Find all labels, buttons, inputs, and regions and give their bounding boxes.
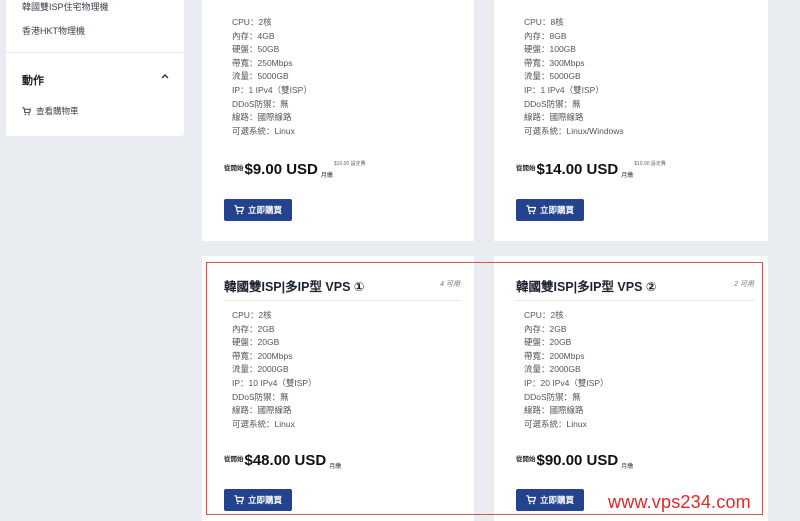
title-divider xyxy=(516,300,754,301)
billing-period: 月繳 xyxy=(621,464,634,470)
product-title: 韓國雙ISP|多IP型 VPS ① xyxy=(224,280,365,294)
price-prefix: 從開始 xyxy=(224,165,244,172)
title-divider xyxy=(224,300,460,301)
spec-route: 線路：國際線路 xyxy=(524,405,584,416)
spec-route: 線路：國際線路 xyxy=(524,112,584,123)
product-card-2: CPU：8核 內存：8GB 硬盤：100GB 帶寬：300Mbps 流量：500… xyxy=(494,0,768,241)
sidebar-panel: 韓國雙ISP住宅物理機 香港HKT物理機 動作 查看購物車 xyxy=(6,0,184,136)
spec-ip: IP：1 IPv4（雙ISP） xyxy=(524,84,604,95)
chevron-up-icon[interactable] xyxy=(160,71,170,81)
spec-bandwidth: 帶寬：200Mbps xyxy=(232,350,293,361)
buy-now-label: 立即購買 xyxy=(247,495,282,505)
product-title: 韓國雙ISP|多IP型 VPS ② xyxy=(516,280,657,294)
spec-disk: 硬盤：50GB xyxy=(232,44,280,55)
spec-traffic: 流量：5000GB xyxy=(524,71,581,82)
spec-list: CPU：2核 內存：2GB 硬盤：20GB 帶寬：200Mbps 流量：2000… xyxy=(524,309,609,431)
setup-fee: $10.00 設定費 xyxy=(333,161,366,167)
spec-bandwidth: 帶寬：250Mbps xyxy=(232,57,293,68)
product-card-4: 韓國雙ISP|多IP型 VPS ② 2 可用 CPU：2核 內存：2GB 硬盤：… xyxy=(494,256,768,521)
spec-ddos: DDoS防禦：無 xyxy=(524,98,581,109)
spec-ip: IP：1 IPv4（雙ISP） xyxy=(232,84,312,95)
spec-os: 可選系統：Linux xyxy=(232,418,295,429)
spec-memory: 內存：8GB xyxy=(524,30,567,41)
view-cart-label: 查看購物車 xyxy=(36,106,79,116)
spec-memory: 內存：4GB xyxy=(232,30,275,41)
spec-cpu: CPU：8核 xyxy=(524,17,564,27)
spec-traffic: 流量：2000GB xyxy=(232,364,289,375)
spec-os: 可選系統：Linux/Windows xyxy=(524,125,624,136)
billing-period: 月繳 xyxy=(329,464,342,470)
buy-now-button[interactable]: 立即購買 xyxy=(224,199,292,221)
cart-icon xyxy=(234,495,244,505)
sidebar-link-hk-hkt[interactable]: 香港HKT物理機 xyxy=(22,24,85,37)
price-row: 從開始 $48.00 USD 月繳 xyxy=(224,452,342,470)
price: $90.00 USD xyxy=(536,452,619,469)
spec-cpu: CPU：2核 xyxy=(232,17,272,27)
buy-now-label: 立即購買 xyxy=(247,205,282,215)
buy-now-label: 立即購買 xyxy=(539,205,574,215)
spec-disk: 硬盤：20GB xyxy=(232,337,280,348)
actions-heading: 動作 xyxy=(22,75,44,87)
spec-traffic: 流量：2000GB xyxy=(524,364,581,375)
cart-icon xyxy=(526,205,536,215)
price-prefix: 從開始 xyxy=(224,456,244,463)
spec-bandwidth: 帶寬：300Mbps xyxy=(524,57,585,68)
availability-count: 2 可用 xyxy=(734,281,754,288)
price: $48.00 USD xyxy=(244,452,327,469)
price: $9.00 USD xyxy=(244,161,318,178)
billing-period: 月繳 xyxy=(320,173,333,179)
product-card-3: 韓國雙ISP|多IP型 VPS ① 4 可用 CPU：2核 內存：2GB 硬盤：… xyxy=(202,256,474,521)
cart-icon xyxy=(234,205,244,215)
spec-cpu: CPU：2核 xyxy=(524,310,564,320)
sidebar-link-korea-isp-residential[interactable]: 韓國雙ISP住宅物理機 xyxy=(22,0,109,13)
sidebar-divider xyxy=(6,52,184,53)
spec-ip: IP：10 IPv4（雙ISP） xyxy=(232,377,317,388)
spec-route: 線路：國際線路 xyxy=(232,112,292,123)
spec-traffic: 流量：5000GB xyxy=(232,71,289,82)
spec-memory: 內存：2GB xyxy=(232,323,275,334)
spec-ddos: DDoS防禦：無 xyxy=(524,391,581,402)
cart-icon xyxy=(526,495,536,505)
price-row: 從開始 $90.00 USD 月繳 xyxy=(516,452,634,470)
billing-period: 月繳 xyxy=(621,173,634,179)
view-cart-link[interactable]: 查看購物車 xyxy=(22,105,79,117)
buy-now-button[interactable]: 立即購買 xyxy=(224,489,292,511)
watermark-text: www.vps234.com xyxy=(608,492,751,512)
spec-memory: 內存：2GB xyxy=(524,323,567,334)
price-row: 從開始 $14.00 USD 月繳 $10.00 設定費 xyxy=(516,161,666,179)
price: $14.00 USD xyxy=(536,161,619,178)
buy-now-button[interactable]: 立即購買 xyxy=(516,199,584,221)
product-card-1: CPU：2核 內存：4GB 硬盤：50GB 帶寬：250Mbps 流量：5000… xyxy=(202,0,474,241)
spec-ddos: DDoS防禦：無 xyxy=(232,391,289,402)
setup-fee: $10.00 設定費 xyxy=(634,161,666,167)
spec-bandwidth: 帶寬：200Mbps xyxy=(524,350,585,361)
spec-list: CPU：2核 內存：4GB 硬盤：50GB 帶寬：250Mbps 流量：5000… xyxy=(232,16,312,138)
spec-ddos: DDoS防禦：無 xyxy=(232,98,289,109)
spec-disk: 硬盤：100GB xyxy=(524,44,576,55)
spec-os: 可選系統：Linux xyxy=(232,125,295,136)
buy-now-label: 立即購買 xyxy=(539,495,574,505)
spec-disk: 硬盤：20GB xyxy=(524,337,572,348)
buy-now-button[interactable]: 立即購買 xyxy=(516,489,584,511)
spec-ip: IP：20 IPv4（雙ISP） xyxy=(524,377,609,388)
price-prefix: 從開始 xyxy=(516,165,536,172)
price-prefix: 從開始 xyxy=(516,456,536,463)
price-row: 從開始 $9.00 USD 月繳 $10.00 設定費 xyxy=(224,161,366,179)
cart-icon xyxy=(22,106,31,115)
spec-list: CPU：8核 內存：8GB 硬盤：100GB 帶寬：300Mbps 流量：500… xyxy=(524,16,624,138)
spec-list: CPU：2核 內存：2GB 硬盤：20GB 帶寬：200Mbps 流量：2000… xyxy=(232,309,317,431)
availability-count: 4 可用 xyxy=(440,281,460,288)
spec-os: 可選系統：Linux xyxy=(524,418,587,429)
spec-route: 線路：國際線路 xyxy=(232,405,292,416)
spec-cpu: CPU：2核 xyxy=(232,310,272,320)
